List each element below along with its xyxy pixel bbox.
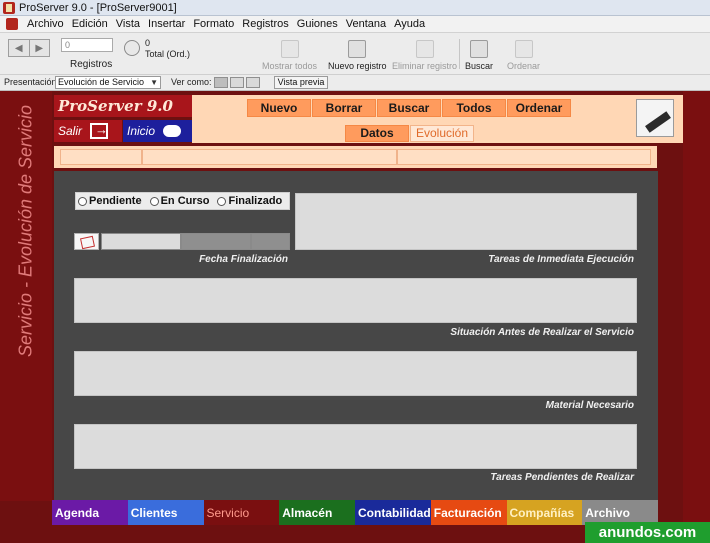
presentation-label: Presentación: — [4, 77, 60, 87]
side-strip: Servicio - Evolución de Servicio — [0, 91, 52, 501]
new-record-button[interactable]: Nuevo registro — [328, 35, 387, 73]
situacion-antes-textarea[interactable] — [74, 278, 637, 323]
record-navigator[interactable]: ◀ ▶ — [8, 39, 50, 57]
menu-vista[interactable]: Vista — [112, 18, 144, 30]
header-field-3[interactable] — [397, 149, 651, 165]
menu-insertar[interactable]: Insertar — [144, 18, 189, 30]
tareas-pendientes-textarea[interactable] — [74, 424, 637, 469]
menu-ventana[interactable]: Ventana — [342, 18, 390, 30]
header-field-1[interactable] — [60, 149, 142, 165]
menu-edicion[interactable]: Edición — [68, 18, 112, 30]
evolution-panel: Pendiente En Curso Finalizado Fecha Fina… — [54, 171, 658, 501]
delete-record-button[interactable]: Eliminar registro — [392, 35, 457, 73]
tab-agenda[interactable]: Agenda — [52, 500, 128, 525]
tab-companias[interactable]: Compañías — [506, 500, 583, 525]
logo: ProServer 9.0 — [54, 95, 192, 117]
home-icon — [163, 125, 182, 137]
menu-ayuda[interactable]: Ayuda — [390, 18, 429, 30]
tab-evolucion[interactable]: Evolución — [410, 125, 474, 142]
tareas-inmediatas-label: Tareas de Inmediata Ejecución — [488, 254, 634, 265]
fecha-segment-2[interactable] — [181, 233, 251, 250]
inicio-button[interactable]: Inicio — [123, 120, 192, 142]
calendar-icon[interactable] — [74, 233, 99, 250]
view-table-icon[interactable] — [246, 77, 260, 88]
chevron-down-icon: ▼ — [150, 78, 158, 87]
tab-contabilidad[interactable]: Contabilidad — [355, 500, 431, 525]
search-button[interactable]: Buscar — [465, 35, 493, 73]
preview-button[interactable]: Vista previa — [274, 76, 328, 89]
records-label: Registros — [70, 59, 113, 70]
menu-archivo[interactable]: Archivo — [23, 18, 68, 30]
tab-facturacion[interactable]: Facturación — [430, 500, 507, 525]
toolbar: ◀ ▶ 0 Registros 0 Total (Ord.) Mostrar t… — [0, 33, 710, 75]
total-count: 0 — [145, 38, 151, 48]
ordenar-button[interactable]: Ordenar — [507, 99, 571, 117]
material-necesario-label: Material Necesario — [545, 400, 634, 411]
watermark: anundos.com — [585, 522, 710, 543]
view-form-icon[interactable] — [214, 77, 228, 88]
new-record-icon — [348, 40, 367, 58]
buscar-button[interactable]: Buscar — [377, 99, 441, 117]
fecha-finalizacion-label: Fecha Finalización — [199, 254, 288, 265]
document-icon[interactable] — [6, 18, 18, 30]
radio-finalizado[interactable]: Finalizado — [217, 195, 282, 207]
title-bar: ProServer 9.0 - [ProServer9001] — [0, 0, 710, 16]
tab-datos[interactable]: Datos — [345, 125, 409, 142]
radio-circle-icon — [217, 196, 227, 206]
status-radio-group: Pendiente En Curso Finalizado — [75, 192, 290, 210]
vertical-title: Servicio - Evolución de Servicio — [15, 104, 36, 358]
radio-circle-icon — [78, 196, 87, 206]
record-number-input[interactable]: 0 — [61, 38, 113, 52]
previous-record-icon[interactable]: ◀ — [9, 40, 29, 56]
menu-formato[interactable]: Formato — [189, 18, 238, 30]
fecha-segment-3[interactable] — [251, 233, 290, 250]
sort-button[interactable]: Ordenar — [507, 35, 540, 73]
header-field-2[interactable] — [142, 149, 397, 165]
menu-bar: Archivo Edición Vista Insertar Formato R… — [0, 16, 710, 33]
view-as-label: Ver como: — [171, 77, 212, 87]
salir-label: Salir — [58, 124, 83, 138]
show-all-button[interactable]: Mostrar todos — [262, 35, 317, 73]
borrar-button[interactable]: Borrar — [312, 99, 376, 117]
next-record-icon[interactable]: ▶ — [28, 40, 50, 56]
radio-circle-icon — [149, 196, 159, 206]
header-fields-bar — [54, 146, 657, 168]
radio-pendiente[interactable]: Pendiente — [78, 195, 142, 207]
menu-guiones[interactable]: Guiones — [293, 18, 342, 30]
app-icon — [3, 1, 15, 14]
total-label: Total (Ord.) — [145, 49, 191, 59]
delete-record-icon — [415, 40, 434, 58]
view-list-icon[interactable] — [230, 77, 244, 88]
presentation-value: Evolución de Servicio — [58, 77, 145, 87]
tab-servicio[interactable]: Servicio — [203, 500, 280, 525]
radio-en-curso[interactable]: En Curso — [149, 195, 209, 207]
exit-icon — [90, 122, 109, 139]
menu-registros[interactable]: Registros — [238, 18, 292, 30]
material-necesario-textarea[interactable] — [74, 351, 637, 396]
tab-almacen[interactable]: Almacén — [279, 500, 355, 525]
tab-clientes[interactable]: Clientes — [127, 500, 204, 525]
form-area: Servicio - Evolución de Servicio ProServ… — [0, 91, 710, 543]
toolbar-separator — [459, 39, 460, 69]
search-icon — [470, 40, 488, 58]
right-strip — [683, 91, 710, 543]
situacion-antes-label: Situación Antes de Realizar el Servicio — [450, 327, 634, 338]
record-pie-icon — [124, 40, 140, 56]
tareas-inmediatas-textarea[interactable] — [295, 193, 637, 250]
presentation-select[interactable]: Evolución de Servicio ▼ — [55, 76, 161, 89]
tareas-pendientes-label: Tareas Pendientes de Realizar — [490, 472, 634, 483]
inicio-label: Inicio — [127, 124, 156, 138]
module-tab-bar: Agenda Clientes Servicio Almacén Contabi… — [52, 500, 658, 525]
nuevo-button[interactable]: Nuevo — [247, 99, 311, 117]
todos-button[interactable]: Todos — [442, 99, 506, 117]
window-title: ProServer 9.0 - [ProServer9001] — [19, 1, 177, 14]
sort-icon — [514, 40, 533, 58]
fecha-finalizacion-field[interactable] — [101, 233, 181, 250]
signature-pen-icon[interactable] — [636, 99, 674, 137]
layout-bar: Presentación: Evolución de Servicio ▼ Ve… — [0, 75, 710, 91]
salir-button[interactable]: Salir — [54, 120, 122, 142]
show-all-icon — [280, 40, 299, 58]
header-panel: Nuevo Borrar Buscar Todos Ordenar Datos … — [192, 95, 683, 143]
